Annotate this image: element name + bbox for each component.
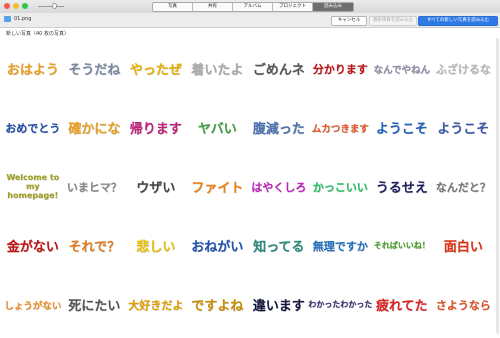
photo-text: 疲れてた [375, 299, 428, 314]
import-selected-button[interactable]: 選択項目を読み込む [369, 16, 417, 26]
photo-text: 確かにな [68, 122, 121, 137]
photo-text: そうだね [68, 63, 121, 78]
tab-import[interactable]: 読み込み [313, 3, 353, 11]
photo-text: 無理ですか [312, 239, 368, 253]
photo-thumbnail[interactable]: そればいいね！ [372, 218, 432, 273]
photo-thumbnail[interactable]: かっこいい [311, 159, 371, 214]
photo-thumbnail[interactable]: ふざけるな [434, 41, 494, 96]
photo-text: Welcome to my homepage! [6, 173, 60, 200]
photo-text: かっこいい [312, 180, 368, 194]
minimize-window-button[interactable] [13, 3, 19, 9]
photo-thumbnail[interactable]: しょうがない [3, 277, 63, 332]
tab-albums[interactable]: アルバム [233, 3, 273, 11]
slider-knob[interactable] [52, 3, 57, 9]
photo-text: それで？ [68, 240, 121, 255]
tab-sharing[interactable]: 共有 [193, 3, 233, 11]
photo-text: ようこそ [375, 122, 428, 137]
photo-text: 大好きだよ [128, 298, 184, 312]
photo-thumbnail[interactable]: ファイト [188, 159, 248, 214]
folder-icon [4, 16, 11, 22]
photo-text: いまヒマ？ [66, 180, 122, 194]
photo-text: ようこそ [437, 122, 490, 137]
photo-thumbnail[interactable]: それで？ [65, 218, 125, 273]
photo-thumbnail[interactable]: やったぜ [126, 41, 186, 96]
photo-thumbnail[interactable]: 腹減った [249, 100, 309, 155]
photo-text: そればいいね！ [373, 241, 430, 250]
scrollbar[interactable] [496, 38, 499, 334]
photo-text: ムカつきます [311, 123, 369, 135]
photo-thumbnail[interactable]: 無理ですか [311, 218, 371, 273]
photo-thumbnail[interactable]: 確かにな [65, 100, 125, 155]
photo-thumbnail[interactable]: さようなら [434, 277, 494, 332]
photo-thumbnail[interactable]: ごめんネ [249, 41, 309, 96]
file-name: 01.png [14, 16, 32, 22]
photo-text: ですよね [191, 299, 244, 314]
photo-thumbnail[interactable]: ようこそ [434, 100, 494, 155]
photo-text: ごめんネ [252, 63, 305, 78]
photo-thumbnail[interactable]: 疲れてた [372, 277, 432, 332]
photo-thumbnail[interactable]: 違います [249, 277, 309, 332]
photo-text: やったぜ [129, 63, 182, 78]
photo-text: 死にたい [68, 299, 121, 314]
photo-text: 腹減った [252, 122, 305, 137]
photo-thumbnail[interactable]: 着いたよ [188, 41, 248, 96]
photo-text: 着いたよ [191, 63, 244, 78]
photo-thumbnail[interactable]: ヤバい [188, 100, 248, 155]
photo-thumbnail[interactable]: 金がない [3, 218, 63, 273]
photo-text: なんでやねん [373, 64, 431, 76]
section-label: 新しい写真（40 枚の写真） [6, 31, 69, 37]
photo-text: おはよう [6, 63, 59, 78]
photo-thumbnail[interactable]: ですよね [188, 277, 248, 332]
photo-thumbnail[interactable]: 面白い [434, 218, 494, 273]
photo-text: なんだと？ [435, 180, 491, 194]
photo-thumbnail[interactable]: 死にたい [65, 277, 125, 332]
photo-text: ふざけるな [435, 62, 491, 76]
photo-thumbnail[interactable]: そうだね [65, 41, 125, 96]
title-bar: 写真 共有 アルバム プロジェクト 読み込み [0, 0, 500, 14]
photo-thumbnail[interactable]: 知ってる [249, 218, 309, 273]
photo-text: しょうがない [4, 300, 62, 312]
photo-text: 違います [252, 299, 305, 314]
photo-text: おめでとう [5, 121, 61, 135]
tab-photos[interactable]: 写真 [153, 3, 193, 11]
photo-text: 分かります [312, 62, 368, 76]
tab-projects[interactable]: プロジェクト [273, 3, 313, 11]
photo-thumbnail[interactable]: Welcome to my homepage! [3, 159, 63, 214]
close-window-button[interactable] [4, 3, 10, 9]
photo-thumbnail[interactable]: わかったわかった [308, 277, 373, 332]
import-all-button[interactable]: すべての新しい写真を読み込む [418, 16, 498, 26]
photo-text: わかったわかった [308, 300, 373, 309]
photo-text: さようなら [435, 298, 491, 312]
photo-text: ヤバい [197, 122, 237, 137]
photo-thumbnail[interactable]: なんでやねん [372, 41, 432, 96]
photo-text: うるせえ [375, 181, 428, 196]
photo-text: 悲しい [136, 240, 176, 255]
photo-thumbnail[interactable]: 大好きだよ [126, 277, 186, 332]
zoom-window-button[interactable] [22, 3, 28, 9]
photo-text: 帰ります [129, 122, 182, 137]
photo-thumbnail[interactable]: うるせえ [372, 159, 432, 214]
photo-text: はやくしろ [251, 180, 307, 194]
photo-thumbnail[interactable]: おねがい [188, 218, 248, 273]
cancel-button[interactable]: キャンセル [331, 16, 367, 26]
photo-thumbnail[interactable]: おはよう [3, 41, 63, 96]
photo-text: 知ってる [253, 240, 305, 255]
photo-text: 金がない [6, 240, 59, 255]
thumbnail-size-slider[interactable] [38, 6, 64, 7]
photo-thumbnail[interactable]: 悲しい [126, 218, 186, 273]
photo-thumbnail[interactable]: ムカつきます [311, 100, 371, 155]
photo-text: ファイト [191, 181, 244, 196]
photo-thumbnail[interactable]: 帰ります [126, 100, 186, 155]
photo-thumbnail[interactable]: はやくしろ [249, 159, 309, 214]
photo-thumbnail[interactable]: ウザい [126, 159, 186, 214]
photo-thumbnail[interactable]: なんだと？ [434, 159, 494, 214]
photo-thumbnail[interactable]: 分かります [311, 41, 371, 96]
photo-thumbnail[interactable]: いまヒマ？ [65, 159, 125, 214]
photo-thumbnail[interactable]: ようこそ [372, 100, 432, 155]
view-tabs: 写真 共有 アルバム プロジェクト 読み込み [152, 2, 354, 12]
photo-thumbnail[interactable]: おめでとう [3, 100, 63, 155]
photo-text: おねがい [191, 240, 244, 255]
photo-text: ウザい [136, 181, 176, 196]
photo-text: 面白い [443, 240, 483, 255]
